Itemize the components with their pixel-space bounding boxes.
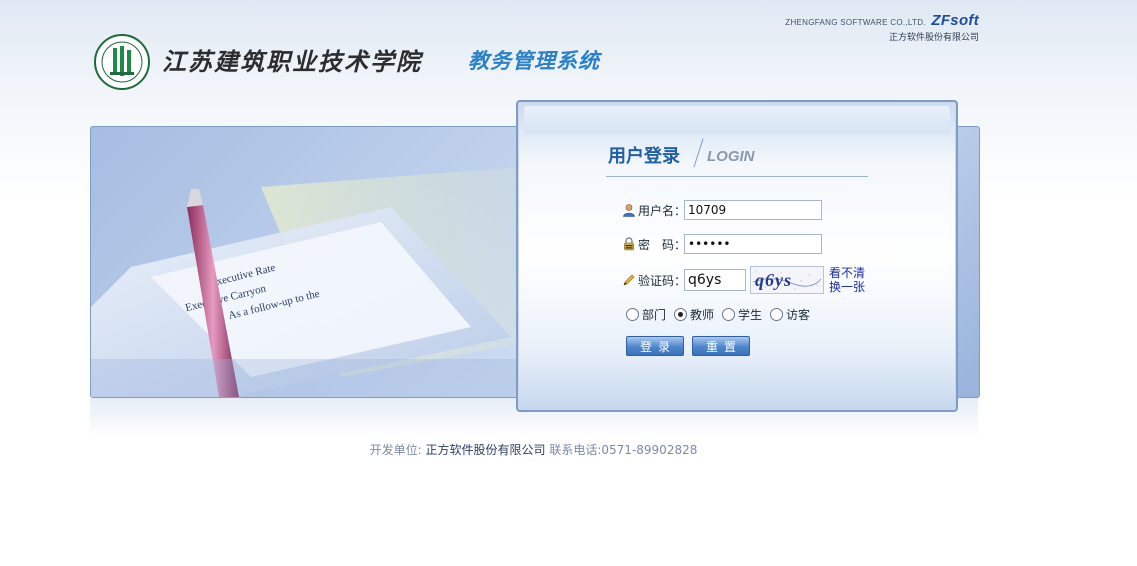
panel-top-strip [524, 106, 950, 134]
username-row: 用户名： [622, 199, 822, 221]
school-name: 江苏建筑职业技术学院 [162, 47, 422, 76]
pencil-icon [623, 274, 635, 286]
reset-button[interactable]: 重置 [692, 336, 750, 356]
lock-icon [624, 237, 634, 251]
footer-developer-label: 开发单位: [369, 443, 422, 457]
captcha-label: 验证码： [638, 273, 687, 288]
password-input[interactable] [684, 234, 822, 254]
role-radio[interactable] [722, 308, 736, 321]
role-label: 教师 [690, 308, 715, 322]
system-name: 教务管理系统 [468, 49, 600, 73]
captcha-row: 验证码： q6ys 看不清换一张 [622, 265, 869, 295]
footer-contact-phone: 0571-89902828 [601, 443, 698, 457]
username-input[interactable] [684, 200, 822, 220]
role-label: 访客 [786, 308, 811, 322]
captcha-image[interactable]: q6ys [750, 266, 824, 294]
role-selector: 部门 教师 学生 访客 [626, 306, 818, 323]
footer: 开发单位: 正方软件股份有限公司 联系电话:0571-89902828 [0, 441, 1137, 458]
username-label: 用户名： [638, 203, 687, 218]
captcha-refresh-link[interactable]: 看不清换一张 [829, 266, 869, 294]
role-option-teacher[interactable]: 教师 [674, 306, 714, 323]
login-subtitle: LOGIN [707, 148, 755, 165]
login-panel: 用户登录 LOGIN 用户名： 密 码： 验证码： [516, 100, 958, 412]
role-radio[interactable] [626, 308, 639, 321]
footer-contact-label: 联系电话: [549, 443, 602, 457]
title-divider [693, 138, 704, 168]
role-label: 部门 [642, 308, 667, 322]
vendor-brand: ZFsoft [931, 12, 979, 29]
password-row: 密 码： [622, 233, 822, 255]
vendor-logo: ZHENGFANG SOFTWARE CO.,LTD. ZFsoft 正方软件股… [785, 12, 979, 43]
captcha-input[interactable] [684, 269, 746, 291]
user-icon [623, 204, 635, 217]
role-label: 学生 [738, 308, 763, 322]
password-label: 密 码： [638, 237, 687, 252]
role-option-student[interactable]: 学生 [722, 306, 762, 323]
vendor-chinese-name: 正方软件股份有限公司 [888, 33, 979, 43]
footer-developer-name: 正方软件股份有限公司 [425, 443, 546, 457]
role-radio[interactable] [770, 308, 784, 321]
vendor-english-name: ZHENGFANG SOFTWARE CO.,LTD. [785, 18, 926, 27]
role-radio[interactable] [674, 308, 688, 321]
login-title: 用户登录 [608, 146, 680, 167]
school-emblem-icon [94, 34, 150, 90]
role-option-department[interactable]: 部门 [626, 306, 666, 323]
login-button[interactable]: 登录 [626, 336, 684, 356]
role-option-visitor[interactable]: 访客 [770, 306, 810, 323]
title-underline [606, 176, 868, 177]
